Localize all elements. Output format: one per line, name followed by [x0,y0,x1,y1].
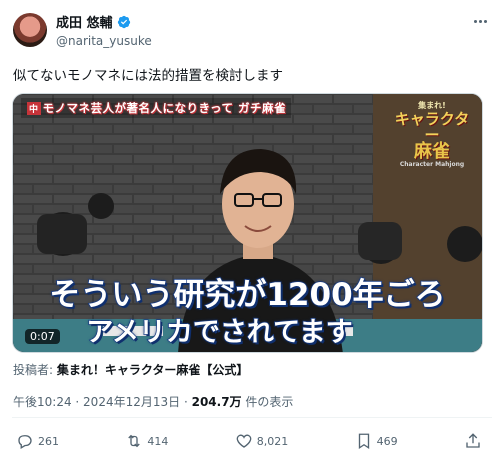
heart-icon [236,434,252,448]
logo-line4: Character Mahjong [399,161,465,168]
posted-by-source-link[interactable]: 集まれ！キャラクター麻雀【公式】 [57,363,249,377]
tweet-meta: 午後10:24 · 2024年12月13日 · 204.7万 件の表示 [13,393,293,410]
bookmark-icon [358,433,369,450]
video-top-caption: 中モノマネ芸人が著名人になりきって ガチ麻雀 [27,100,286,116]
meta-separator-2: · [180,395,192,409]
posted-by-label: 投稿者: [13,363,54,377]
meta-separator: · [71,395,84,409]
view-count: 204.7万 [191,395,242,409]
caption-text: モノマネ芸人が著名人になりきって ガチ麻雀 [42,101,286,115]
reply-button[interactable]: 261 [16,432,59,450]
reply-count: 261 [38,434,59,448]
bookmark-button[interactable]: 469 [355,432,398,450]
retweet-icon [128,434,141,448]
video-duration: 0:07 [25,329,60,344]
tweet-time[interactable]: 午後10:24 [13,395,72,409]
retweet-count: 414 [147,434,169,448]
tweet-text: 似てないモノマネには法的措置を検討します [13,68,283,84]
more-options-icon[interactable] [470,14,490,28]
handle[interactable]: @narita_yusuke [56,34,152,48]
show-logo: 集まれ! キャラクター 麻雀 Character Mahjong [392,100,472,168]
like-count: 8,021 [256,434,289,448]
view-count-suffix: 件の表示 [241,395,294,409]
like-button[interactable]: 8,021 [235,432,289,450]
caption-badge: 中 [27,102,41,115]
divider [12,417,492,418]
share-icon [466,433,480,448]
tweet-date[interactable]: 2024年12月13日 [83,395,180,409]
display-name[interactable]: 成田 悠輔 [56,12,113,31]
share-button[interactable] [464,432,482,450]
logo-line2: キャラクター [394,110,470,144]
subtitle-line2: アメリカでされてます [86,316,354,349]
posted-by: 投稿者: 集まれ！キャラクター麻雀【公式】 [13,361,248,378]
bookmark-count: 469 [376,434,398,448]
video-player[interactable]: 中モノマネ芸人が著名人になりきって ガチ麻雀 集まれ! キャラクター 麻雀 Ch… [12,93,483,353]
avatar[interactable] [13,13,47,47]
author-block: 成田 悠輔 @narita_yusuke [56,12,152,48]
subtitle-line1: そういう研究が1200年ごろ [49,276,447,314]
retweet-button[interactable]: 414 [125,432,168,450]
action-bar: 261 414 8,021 469 [16,428,482,454]
reply-icon [18,435,32,449]
logo-line3: 麻雀 [414,141,450,162]
verified-badge-icon [117,15,130,28]
